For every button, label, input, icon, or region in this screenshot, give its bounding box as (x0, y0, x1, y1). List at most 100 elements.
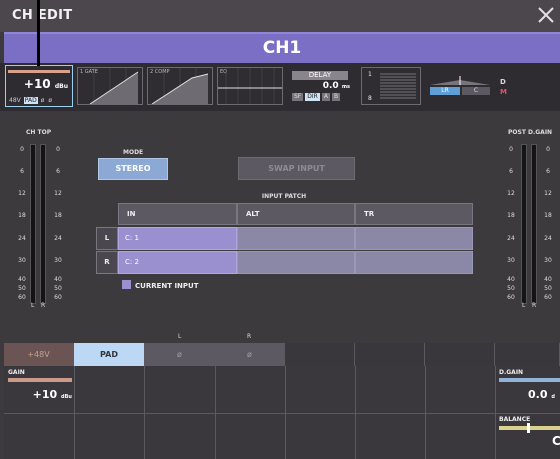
channel-name-bar[interactable]: CH1 (4, 32, 560, 63)
current-input-legend: CURRENT INPUT (122, 280, 199, 290)
gain-knob-value: +10 dBu (32, 388, 72, 401)
left-scale-r-24: 24 (54, 235, 62, 242)
patch-cell-r-tr[interactable] (355, 251, 473, 274)
phase-r-button[interactable]: ø (215, 343, 285, 366)
eq-thumbnail[interactable]: EQ (217, 67, 283, 105)
right-scale-l-30: 30 (507, 257, 515, 264)
right-scale-l-40: 40 (507, 276, 515, 283)
patch-cell-r-alt[interactable] (237, 251, 355, 274)
delay-buttons: SF DIR A B (292, 93, 341, 101)
delay-a: A (321, 93, 330, 101)
gain-overview-box[interactable]: +10 dBu 48V PAD ø ø (5, 65, 73, 107)
eq-curve-icon (218, 68, 282, 104)
right-scale-r-40: 40 (544, 276, 552, 283)
current-input-label: CURRENT INPUT (135, 282, 199, 290)
patch-row-label-l: L (96, 227, 118, 250)
left-scale-r-30: 30 (54, 257, 62, 264)
patch-cell-r-in[interactable]: C: 2 (118, 251, 237, 274)
left-scale-l-0: 0 (20, 146, 24, 153)
delay-sf: SF (292, 93, 304, 101)
gain-level-line (8, 70, 70, 73)
phase-r-label: R (247, 333, 252, 340)
title-bar: CH EDIT (0, 0, 560, 32)
right-scale-l-12: 12 (507, 190, 515, 197)
dgain-knob-label: D.GAIN (499, 369, 524, 376)
left-scale-l-12: 12 (18, 190, 26, 197)
right-meter-l-label: L (522, 302, 526, 309)
empty-button-3 (425, 343, 495, 366)
grid-divider (4, 413, 560, 414)
close-button[interactable] (534, 3, 558, 27)
delay-value: 0.0 ms (322, 81, 350, 91)
stereo-button[interactable]: STEREO (98, 158, 168, 180)
phantom-48v-button[interactable]: +48V (4, 343, 74, 366)
knob-grid (4, 366, 560, 459)
flag-phase-l: ø (40, 97, 45, 104)
right-scale-l-60: 60 (507, 294, 515, 301)
left-scale-r-18: 18 (54, 212, 62, 219)
route-lines-icon (380, 73, 416, 99)
input-patch-table: IN ALT TR L C: 1 R C: 2 (96, 203, 473, 275)
left-meter-title: CH TOP (26, 129, 52, 136)
phase-l-button[interactable]: ø (145, 343, 215, 366)
delay-overview[interactable]: DELAY 0.0 ms SF DIR A B (290, 69, 350, 103)
left-meter-r (40, 144, 46, 304)
right-scale-l-50: 50 (507, 285, 515, 292)
gain-slider[interactable] (8, 378, 72, 382)
right-meter-l (521, 144, 527, 304)
right-scale-r-0: 0 (546, 146, 550, 153)
patch-cell-l-tr[interactable] (355, 227, 473, 250)
patch-cell-l-in[interactable]: C: 1 (118, 227, 237, 250)
window-title: CH EDIT (12, 8, 73, 23)
mute-indicator: M (500, 88, 507, 96)
dca-mute-indicator: D M (500, 77, 507, 97)
routing-thumbnail[interactable]: 1 8 (361, 67, 421, 105)
right-scale-r-18: 18 (544, 212, 552, 219)
route-bottom-number: 8 (368, 95, 372, 102)
right-scale-r-24: 24 (544, 235, 552, 242)
left-scale-l-40: 40 (18, 276, 26, 283)
swap-input-button[interactable]: SWAP INPUT (238, 157, 355, 180)
balance-slider-handle[interactable] (527, 423, 530, 433)
left-scale-r-0: 0 (56, 146, 60, 153)
right-meter-title: POST D.GAIN (508, 129, 553, 136)
left-scale-l-50: 50 (18, 285, 26, 292)
current-input-swatch (122, 280, 131, 289)
delay-dir: DIR (305, 93, 320, 101)
dgain-knob-value: 0.0 d (528, 388, 555, 401)
close-icon (538, 7, 554, 23)
right-scale-l-18: 18 (507, 212, 515, 219)
gain-flags: 48V PAD ø ø (8, 97, 53, 104)
gate-thumbnail[interactable]: 1 GATE (77, 67, 143, 105)
left-meter-l (30, 144, 36, 304)
empty-button-4 (495, 343, 560, 366)
left-scale-r-6: 6 (56, 168, 60, 175)
dca-indicator: D (500, 78, 506, 86)
left-scale-l-60: 60 (18, 294, 26, 301)
patch-header-alt: ALT (237, 203, 355, 225)
flag-48v: 48V (9, 97, 21, 104)
left-scale-l-18: 18 (18, 212, 26, 219)
patch-cell-l-alt[interactable] (237, 227, 355, 250)
balance-knob-label: BALANCE (499, 416, 531, 423)
patch-header-in: IN (118, 203, 237, 225)
left-scale-l-24: 24 (18, 235, 26, 242)
pad-button[interactable]: PAD (74, 343, 145, 366)
left-scale-r-50: 50 (54, 285, 62, 292)
right-scale-r-30: 30 (544, 257, 552, 264)
pan-overview[interactable]: LR C (430, 75, 490, 105)
flag-pad: PAD (23, 97, 38, 104)
channel-name: CH1 (262, 38, 302, 58)
right-scale-r-50: 50 (544, 285, 552, 292)
patch-row-label-r: R (96, 251, 118, 274)
gain-overview-value: +10 dBu (23, 77, 68, 91)
right-scale-l-6: 6 (509, 168, 513, 175)
input-patch-title: INPUT PATCH (261, 193, 307, 200)
left-meter-r-label: R (41, 302, 46, 309)
left-scale-r-40: 40 (54, 276, 62, 283)
phase-l-label: L (178, 333, 182, 340)
left-scale-r-60: 60 (54, 294, 62, 301)
dgain-slider[interactable] (499, 378, 560, 382)
right-scale-r-6: 6 (546, 168, 550, 175)
comp-thumbnail[interactable]: 2 COMP (147, 67, 213, 105)
